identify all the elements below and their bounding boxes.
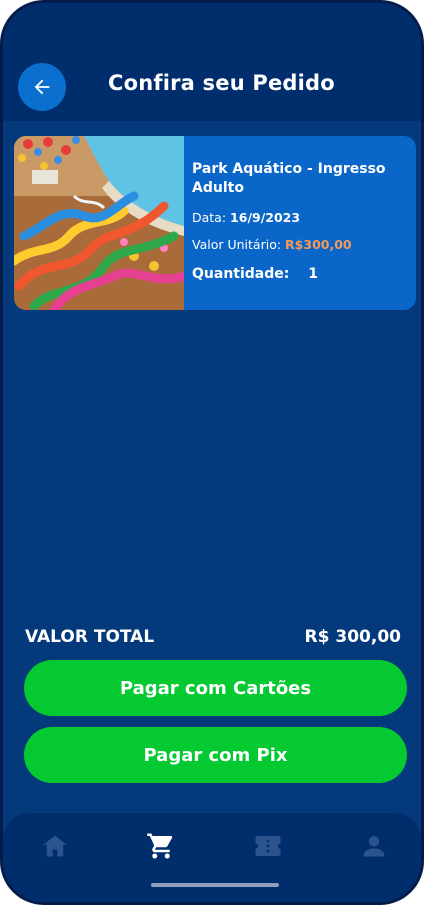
unit-price-row: Valor Unitário: R$300,00 [192, 237, 406, 252]
total-label: VALOR TOTAL [25, 627, 155, 647]
tab-home[interactable] [40, 831, 70, 861]
arrow-left-icon [34, 79, 50, 95]
tab-profile[interactable] [359, 831, 389, 861]
order-item-card: Park Aquático - Ingresso Adulto Data: 16… [14, 136, 416, 310]
date-label: Data: [192, 210, 227, 225]
home-indicator[interactable] [151, 883, 279, 887]
product-name: Park Aquático - Ingresso Adulto [192, 161, 386, 196]
user-icon [363, 836, 385, 857]
product-image [14, 136, 189, 310]
date-row: Data: 16/9/2023 [192, 210, 406, 225]
bottom-tab-bar [3, 813, 421, 902]
home-icon [43, 835, 67, 857]
back-button[interactable] [18, 63, 66, 111]
page-title: Confira seu Pedido [108, 71, 335, 95]
unit-price-value: R$300,00 [285, 237, 352, 252]
phone-screen: Confira seu Pedido Park Aquático - Ingre… [0, 0, 424, 905]
cart-icon [147, 833, 173, 859]
tab-cart[interactable] [146, 831, 176, 861]
quantity-label: Quantidade: [192, 266, 290, 282]
order-item-details: Park Aquático - Ingresso Adulto Data: 16… [192, 160, 406, 282]
quantity-value: 1 [308, 266, 318, 282]
ticket-icon [255, 836, 281, 856]
quantity-row: Quantidade: 1 [192, 266, 406, 282]
total-value: R$ 300,00 [304, 627, 401, 647]
pay-with-cards-button[interactable]: Pagar com Cartões [24, 660, 407, 716]
tab-tickets[interactable] [253, 831, 283, 861]
top-app-bar: Confira seu Pedido [3, 3, 421, 121]
pay-with-pix-button[interactable]: Pagar com Pix [24, 727, 407, 783]
unit-price-label: Valor Unitário: [192, 237, 282, 252]
date-value: 16/9/2023 [230, 210, 301, 225]
